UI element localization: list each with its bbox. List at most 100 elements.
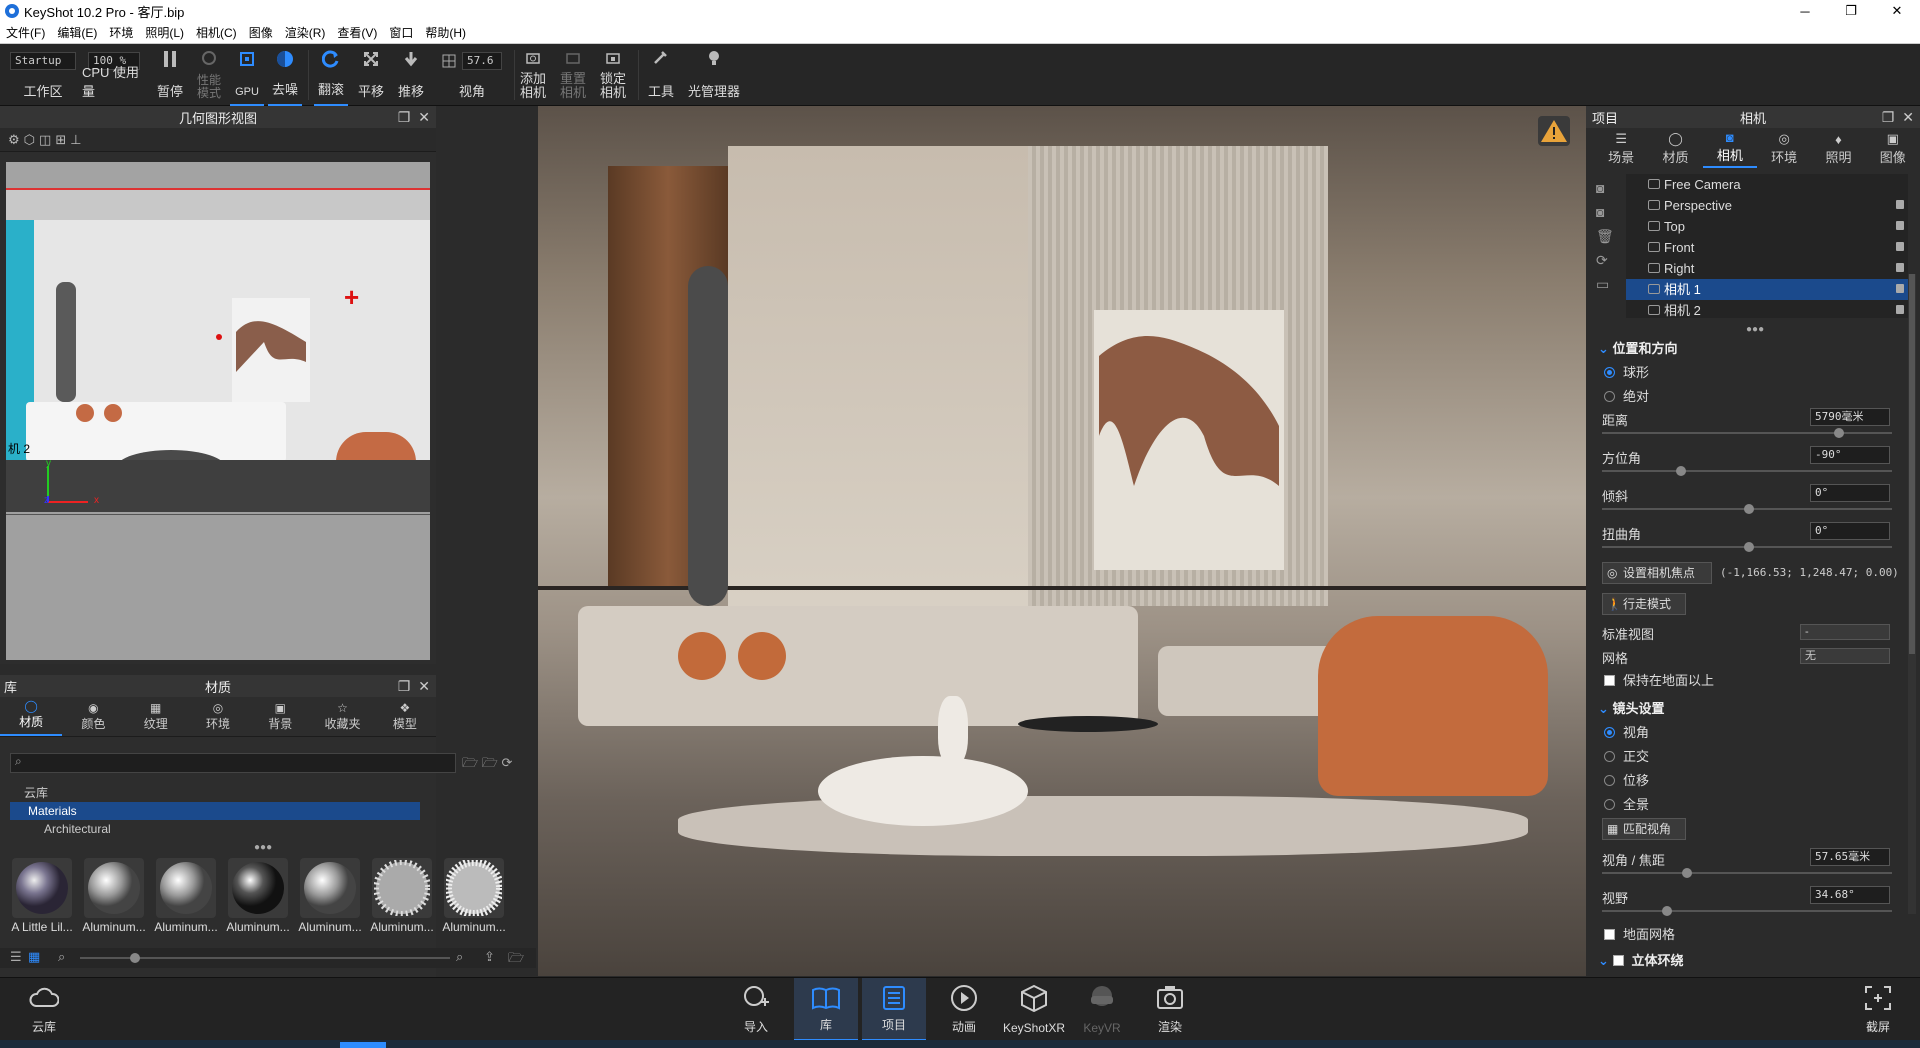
tab-image[interactable]: ▣ 图像 xyxy=(1866,128,1920,168)
scrollbar[interactable] xyxy=(1908,274,1916,914)
radio-shift[interactable]: 位移 xyxy=(1604,770,1649,789)
camera-settings-icon[interactable]: ▭ xyxy=(1596,272,1614,296)
radio-sphere[interactable]: 球形 xyxy=(1604,362,1649,381)
dolly-button[interactable]: 推移 xyxy=(394,44,428,106)
float-panel-icon[interactable]: ❐ xyxy=(398,678,411,695)
lock-icon[interactable] xyxy=(1896,263,1904,272)
camera-view-icon[interactable]: ◫ xyxy=(39,132,51,148)
lock-icon[interactable] xyxy=(1896,242,1904,251)
camera-list-item-selected[interactable]: 相机 1 xyxy=(1626,279,1908,300)
distance-input[interactable]: 5790毫米 xyxy=(1810,408,1890,426)
position-section-header[interactable]: ⌄ 位置和方向 xyxy=(1598,338,1678,357)
zoom-out-icon[interactable]: ⌕ xyxy=(58,949,65,965)
walk-mode-button[interactable]: 🚶 行走模式 xyxy=(1602,593,1686,615)
keyvr-button[interactable]: KeyVR xyxy=(1070,978,1134,1041)
camera-list-item[interactable]: Free Camera xyxy=(1626,174,1908,195)
twist-slider[interactable] xyxy=(1602,542,1892,552)
close-button[interactable]: ✕ xyxy=(1874,0,1920,22)
material-thumb[interactable]: Aluminum... xyxy=(82,858,146,934)
stereo-section-header[interactable]: ⌄ 立体环绕 xyxy=(1598,950,1684,969)
tab-environments[interactable]: ◎ 环境 xyxy=(187,697,249,736)
tab-environment[interactable]: ◎ 环境 xyxy=(1757,128,1811,168)
menu-window[interactable]: 窗口 xyxy=(383,24,419,41)
close-panel-icon[interactable]: ✕ xyxy=(1902,109,1914,126)
keyshotxr-button[interactable]: KeyShotXR xyxy=(1002,978,1066,1041)
standard-view-select[interactable]: - xyxy=(1800,624,1890,640)
zoom-in-icon[interactable]: ⌕ xyxy=(456,949,463,965)
azimuth-input[interactable]: -90° xyxy=(1810,446,1890,464)
geometry-viewport[interactable]: + 机 2 y x z xyxy=(6,162,430,660)
lock-icon[interactable] xyxy=(1896,221,1904,230)
lock-icon[interactable] xyxy=(1896,200,1904,209)
menu-environment[interactable]: 环境 xyxy=(103,24,139,41)
tab-textures[interactable]: ▦ 纹理 xyxy=(125,697,187,736)
menu-help[interactable]: 帮助(H) xyxy=(419,24,472,41)
set-camera-focus-button[interactable]: ◎ 设置相机焦点 xyxy=(1602,562,1712,584)
lens-section-header[interactable]: ⌄ 镜头设置 xyxy=(1598,698,1665,717)
pan-button[interactable]: 平移 xyxy=(354,44,388,106)
menu-camera[interactable]: 相机(C) xyxy=(190,24,243,41)
library-toggle-button[interactable]: 库 xyxy=(794,978,858,1041)
splitter-handle-icon[interactable]: ●●● xyxy=(254,842,272,853)
close-panel-icon[interactable]: ✕ xyxy=(418,109,430,126)
menu-image[interactable]: 图像 xyxy=(243,24,279,41)
fov-slider[interactable] xyxy=(1602,906,1892,916)
tab-materials[interactable]: ◯ 材质 xyxy=(0,697,63,736)
reset-camera-button[interactable]: 重置 相机 xyxy=(558,44,588,106)
tree-item-materials[interactable]: Materials xyxy=(10,802,420,820)
fov-input[interactable]: 34.68° xyxy=(1810,886,1890,904)
camera-list-item[interactable]: Front xyxy=(1626,237,1908,258)
camera-list-item[interactable]: Perspective xyxy=(1626,195,1908,216)
add-camera-button[interactable]: 添加 相机 xyxy=(518,44,548,106)
add-camera-icon[interactable]: ◙ xyxy=(1596,176,1614,200)
delete-camera-icon[interactable]: 🗑 xyxy=(1596,224,1614,248)
menu-file[interactable]: 文件(F) xyxy=(0,24,51,41)
tab-backplates[interactable]: ▣ 背景 xyxy=(249,697,311,736)
thumbnail-size-slider[interactable] xyxy=(80,953,450,963)
gpu-button[interactable]: GPU xyxy=(230,44,264,106)
minimize-button[interactable]: ─ xyxy=(1782,0,1828,22)
tree-item-architectural[interactable]: Architectural xyxy=(10,820,420,838)
material-thumb[interactable]: Aluminum... xyxy=(370,858,434,934)
camera-list-item[interactable]: Right xyxy=(1626,258,1908,279)
cloud-upload-icon[interactable]: ⇪ xyxy=(484,949,495,965)
import-button[interactable]: 导入 xyxy=(724,978,788,1041)
tab-lighting[interactable]: ♦ 照明 xyxy=(1811,128,1865,168)
menu-render[interactable]: 渲染(R) xyxy=(279,24,332,41)
camera-list-item[interactable]: Top xyxy=(1626,216,1908,237)
animation-button[interactable]: 动画 xyxy=(932,978,996,1041)
focal-length-slider[interactable] xyxy=(1602,868,1892,878)
twist-input[interactable]: 0° xyxy=(1810,522,1890,540)
focal-length-input[interactable]: 57.65毫米 xyxy=(1810,848,1890,866)
material-thumb[interactable]: Aluminum... xyxy=(226,858,290,934)
refresh-camera-icon[interactable]: ⟳ xyxy=(1596,248,1614,272)
tab-favorites[interactable]: ☆ 收藏夹 xyxy=(311,697,373,736)
denoise-button[interactable]: 去噪 xyxy=(268,44,302,106)
render-button[interactable]: 渲染 xyxy=(1138,978,1202,1041)
radio-perspective[interactable]: 视角 xyxy=(1604,722,1649,741)
ground-grid-checkbox[interactable]: 地面网格 xyxy=(1604,924,1675,943)
keep-above-ground-checkbox[interactable]: 保持在地面以上 xyxy=(1604,670,1714,689)
folder-icons[interactable]: 🗁 🗁 ⟳ xyxy=(462,754,512,776)
distance-slider[interactable] xyxy=(1602,428,1892,438)
grid-view-icon[interactable]: ▦ xyxy=(28,949,40,965)
splitter-handle-icon[interactable]: ●●● xyxy=(1746,324,1764,335)
render-viewport[interactable] xyxy=(538,106,1586,976)
tab-scene[interactable]: ☰ 场景 xyxy=(1594,128,1648,168)
material-thumb[interactable]: Aluminum... xyxy=(154,858,218,934)
project-toggle-button[interactable]: 项目 xyxy=(862,978,926,1041)
material-thumb[interactable]: Aluminum... xyxy=(298,858,362,934)
azimuth-slider[interactable] xyxy=(1602,466,1892,476)
tumble-button[interactable]: 翻滚 xyxy=(314,44,348,106)
tab-camera[interactable]: ◙ 相机 xyxy=(1702,128,1757,168)
tab-models[interactable]: ❖ 模型 xyxy=(374,697,436,736)
material-thumb[interactable]: Aluminum... xyxy=(442,858,506,934)
cloud-library-button[interactable]: 云库 xyxy=(12,978,76,1041)
grid-icon[interactable]: ⊞ xyxy=(55,132,66,148)
grid-select[interactable]: 无 xyxy=(1800,648,1890,664)
warning-button[interactable] xyxy=(1538,116,1570,146)
float-panel-icon[interactable]: ❐ xyxy=(398,109,411,126)
duplicate-camera-icon[interactable]: ◙ xyxy=(1596,200,1614,224)
settings-icon[interactable]: ⚙ xyxy=(8,132,20,148)
menu-view[interactable]: 查看(V) xyxy=(331,24,383,41)
